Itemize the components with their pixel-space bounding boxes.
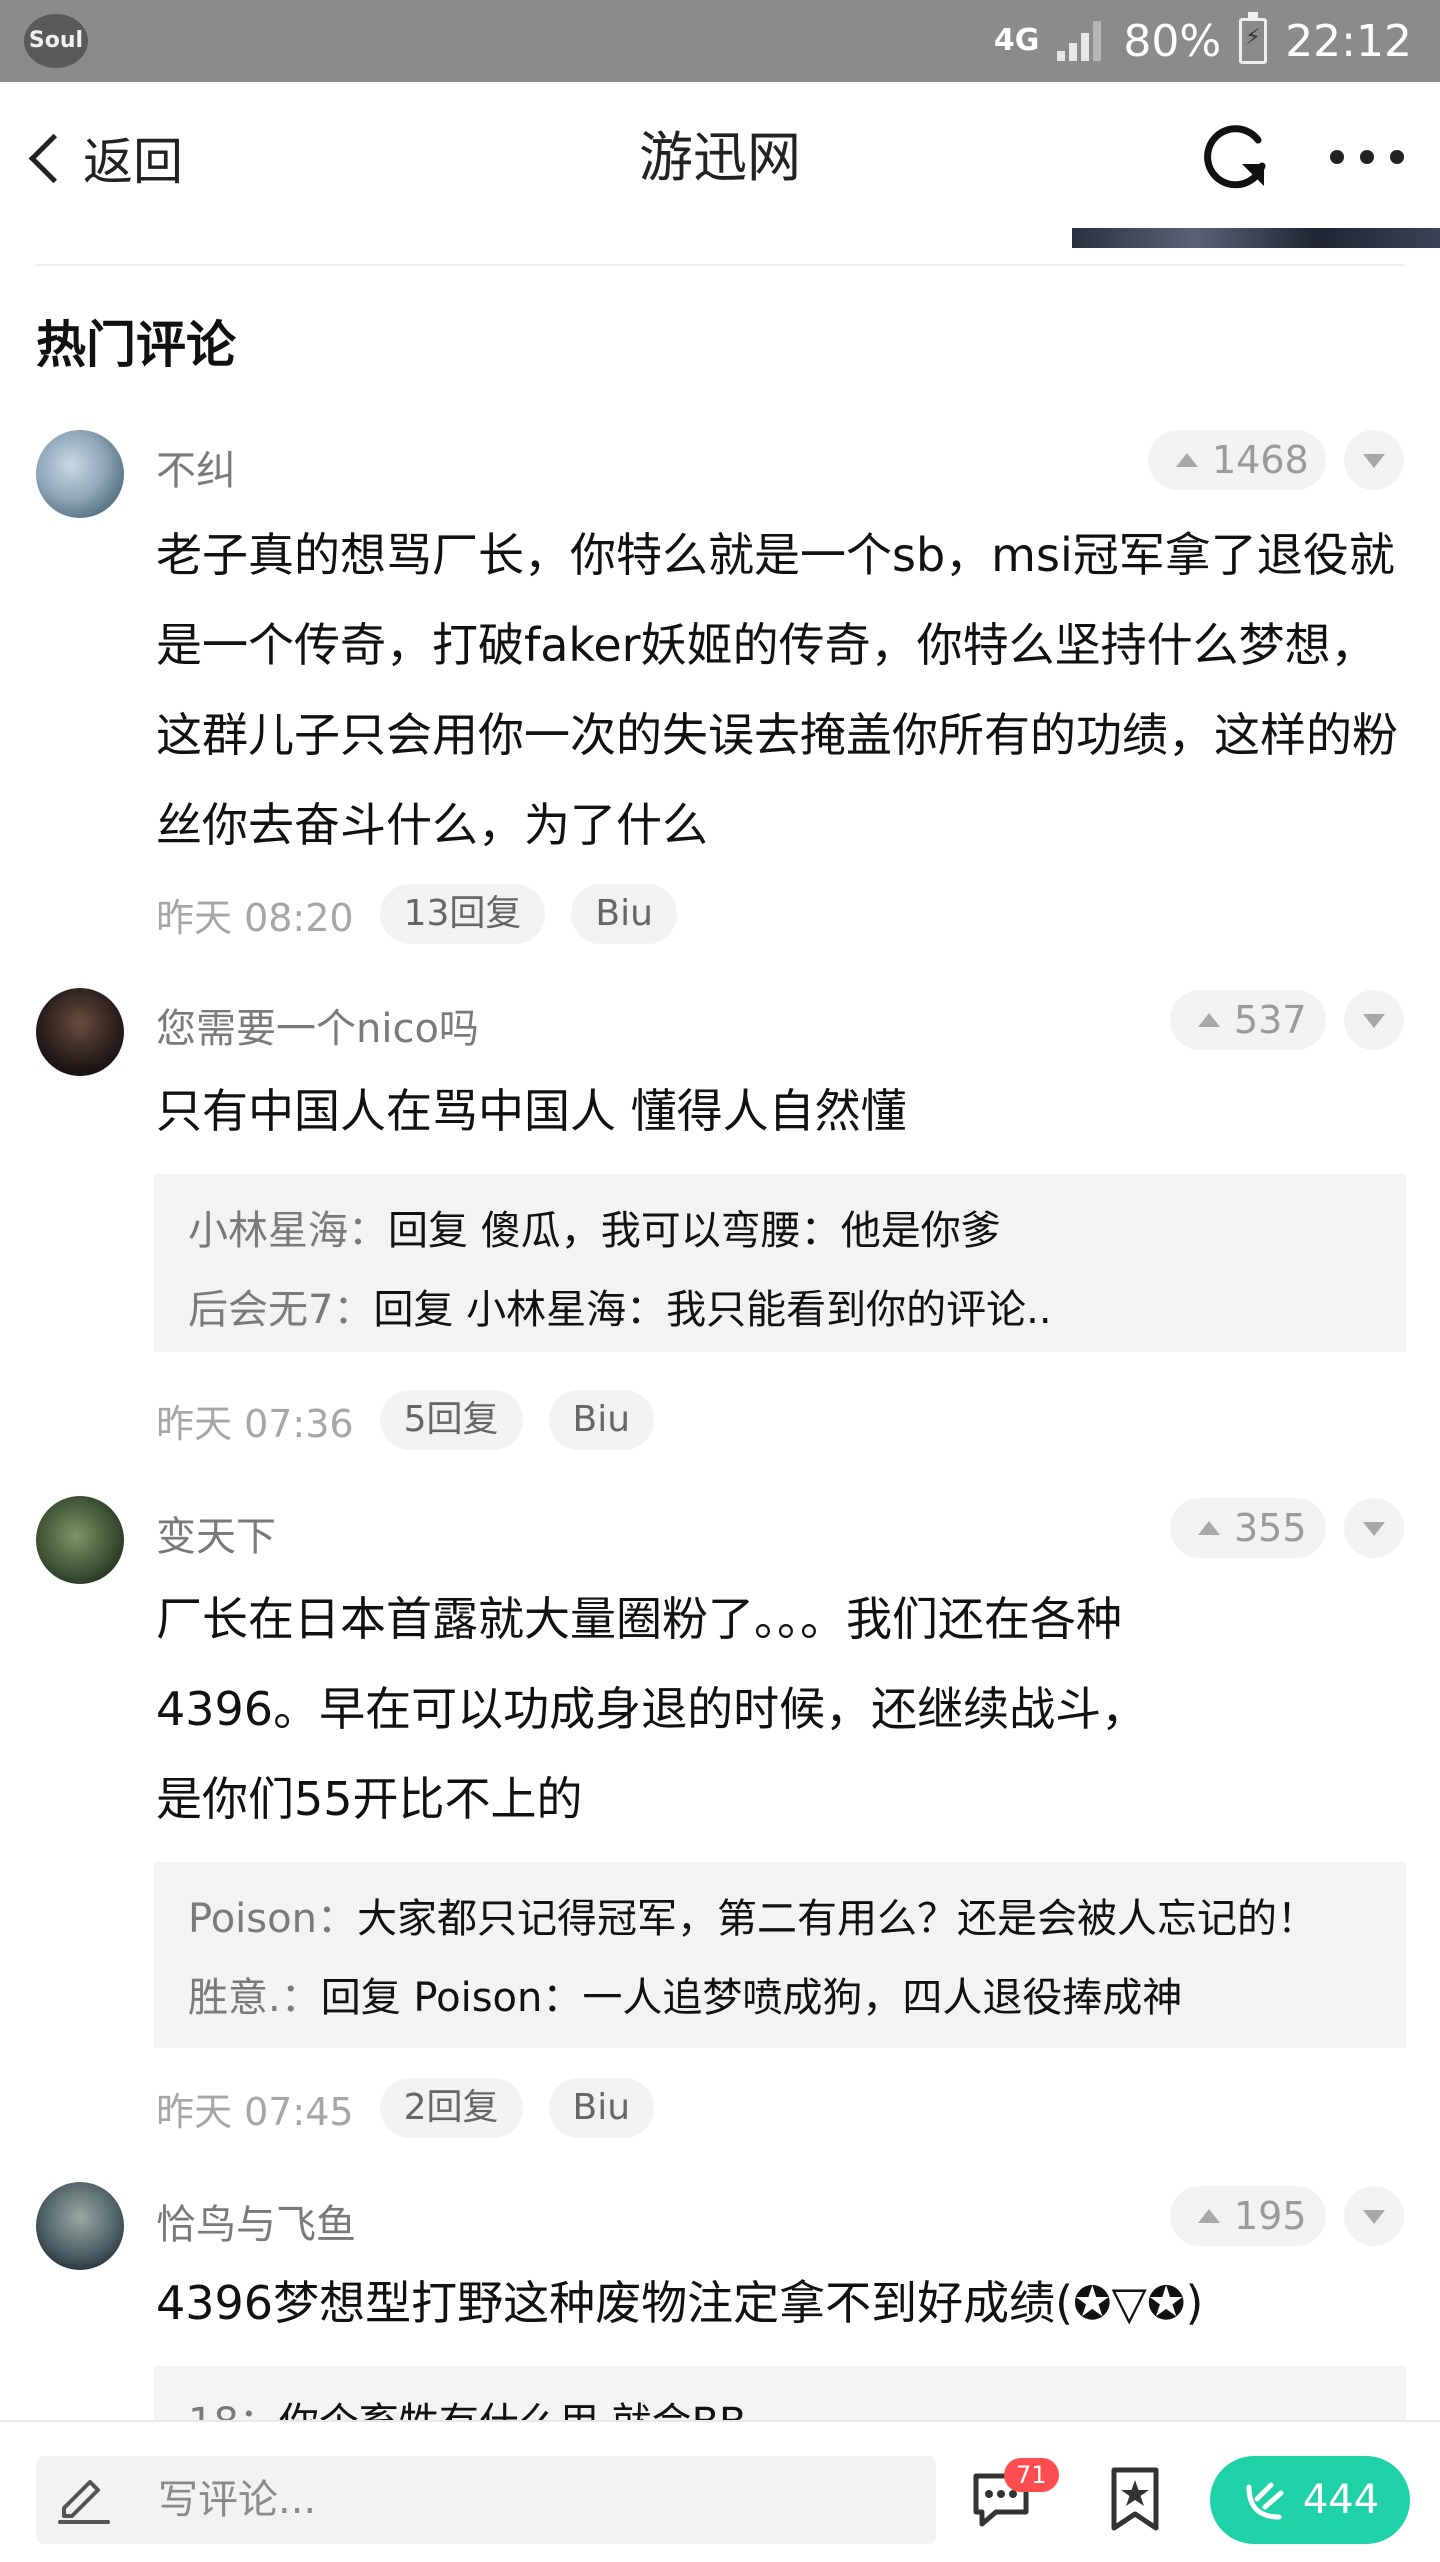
pen-icon [58, 2480, 110, 2524]
comment-meta: 昨天 08:20 13回复 Biu [156, 884, 677, 944]
nav-header: 返回 游迅网 [0, 82, 1440, 232]
comment-meta: 昨天 07:36 5回复 Biu [156, 1390, 655, 1450]
upvote-button[interactable]: 355 [1170, 1498, 1326, 1558]
biu-button[interactable]: 444 [1210, 2456, 1410, 2544]
comment-meta: 昨天 07:45 2回复 Biu [156, 2078, 655, 2138]
comment-username[interactable]: 您需要一个nico吗 [156, 996, 479, 1054]
reply-preview-box[interactable]: 小林星海：回复 傻瓜，我可以弯腰：他是你爹 后会无7：回复 小林星海：我只能看到… [154, 1174, 1406, 1352]
article-image-edge [1072, 228, 1440, 248]
reply-text: 大家都只记得冠军，第二有用么？还是会被人忘记的！ [356, 1896, 1317, 1942]
avatar[interactable] [36, 2182, 124, 2270]
comment-count-badge: 71 [1004, 2458, 1059, 2492]
downvote-button[interactable] [1344, 1498, 1404, 1558]
reply-author[interactable]: Poison： [188, 1896, 357, 1942]
upvote-icon [1176, 453, 1198, 467]
like-count: 355 [1234, 1506, 1307, 1550]
hot-comments-title: 热门评论 [36, 316, 236, 374]
comment-input[interactable]: 写评论... [36, 2456, 936, 2544]
comment-time: 昨天 07:36 [156, 1401, 354, 1446]
avatar[interactable] [36, 988, 124, 1076]
status-bar: Soul 4G 80% 22:12 [0, 0, 1440, 82]
comment-text-line: 厂长在日本首露就大量圈粉了。。。我们还在各种 [156, 1592, 1122, 1646]
reply-text: 回复 傻瓜，我可以弯腰：他是你爹 [388, 1208, 1001, 1254]
reply-text: 你个畜牲有什么用 就会BB [279, 2400, 747, 2420]
comment-username[interactable]: 变天下 [156, 1504, 276, 1562]
upvote-button[interactable]: 195 [1170, 2186, 1326, 2246]
comment-username[interactable]: 不纠 [156, 438, 236, 496]
reply-count-button[interactable]: 13回复 [379, 884, 546, 944]
reply-count-button[interactable]: 2回复 [379, 2078, 523, 2138]
like-count: 537 [1234, 998, 1307, 1042]
reply-line: 胜意.：回复 Poison：一人追梦喷成狗，四人退役捧成神 [188, 1959, 1372, 2038]
reply-text: 回复 小林星海：我只能看到你的评论.. [373, 1287, 1052, 1333]
comment-username[interactable]: 恰鸟与飞鱼 [156, 2192, 356, 2250]
upvote-icon [1198, 2209, 1220, 2223]
reply-line: 18：你个畜牲有什么用 就会BB [188, 2384, 1372, 2420]
comment-text-line: 4396。早在可以功成身退的时候，还继续战斗， [156, 1682, 1148, 1736]
reply-preview-box[interactable]: 18：你个畜牲有什么用 就会BB [154, 2366, 1406, 2420]
upvote-icon [1198, 1013, 1220, 1027]
like-count: 195 [1234, 2194, 1307, 2238]
biu-button-small[interactable]: Biu [548, 1390, 655, 1450]
bookmark-icon[interactable] [1108, 2466, 1162, 2532]
clock: 22:12 [1285, 15, 1412, 67]
comment-time: 昨天 07:45 [156, 2089, 354, 2134]
reply-line: Poison：大家都只记得冠军，第二有用么？还是会被人忘记的！ [188, 1880, 1372, 1959]
comment-text: 老子真的想骂厂长，你特么就是一个sb，msi冠军拿了退役就是一个传奇，打破fak… [156, 528, 1398, 852]
biu-button-small[interactable]: Biu [571, 884, 677, 944]
network-type-icon: 4G [993, 23, 1040, 58]
upvote-button[interactable]: 1468 [1148, 430, 1326, 490]
biu-button-small[interactable]: Biu [548, 2078, 655, 2138]
avatar[interactable] [36, 1496, 124, 1584]
reply-author[interactable]: 后会无7： [188, 1287, 373, 1333]
comment-text: 只有中国人在骂中国人 懂得人自然懂 [156, 1084, 907, 1138]
reply-count-button[interactable]: 5回复 [379, 1390, 523, 1450]
more-icon[interactable] [1330, 142, 1404, 172]
reply-author[interactable]: 18： [188, 2400, 279, 2420]
status-indicators: 4G 80% 22:12 [994, 10, 1412, 72]
battery-icon [1239, 12, 1268, 64]
comment-time: 昨天 08:20 [156, 895, 354, 940]
avatar[interactable] [36, 430, 124, 518]
comment-text-line: 是你们55开比不上的 [156, 1772, 583, 1826]
reply-text: 回复 Poison：一人追梦喷成狗，四人退役捧成神 [320, 1975, 1183, 2021]
downvote-button[interactable] [1344, 2186, 1404, 2246]
downvote-button[interactable] [1344, 990, 1404, 1050]
reply-author[interactable]: 小林星海： [188, 1208, 388, 1254]
refresh-icon[interactable] [1200, 120, 1276, 196]
comment-text: 厂长在日本首露就大量圈粉了。。。我们还在各种 4396。早在可以功成身退的时候，… [156, 1574, 1406, 1844]
comment-input-placeholder: 写评论... [158, 2477, 317, 2523]
comment-item: 恰鸟与飞鱼 195 4396梦想型打野这种废物注定拿不到好成绩(✪▽✪) 18：… [0, 2176, 1440, 2420]
downvote-button[interactable] [1344, 430, 1404, 490]
reply-author[interactable]: 胜意.： [188, 1975, 321, 2021]
soul-app-icon: Soul [24, 14, 88, 68]
like-count: 1468 [1212, 438, 1309, 482]
reply-preview-box[interactable]: Poison：大家都只记得冠军，第二有用么？还是会被人忘记的！ 胜意.：回复 P… [154, 1862, 1406, 2048]
reply-line: 后会无7：回复 小林星海：我只能看到你的评论.. [188, 1271, 1372, 1350]
biu-count: 444 [1302, 2477, 1380, 2523]
comment-text: 4396梦想型打野这种废物注定拿不到好成绩(✪▽✪) [156, 2276, 1204, 2330]
upvote-button[interactable]: 537 [1170, 990, 1326, 1050]
upvote-icon [1198, 1521, 1220, 1535]
battery-percent: 80% [1123, 15, 1222, 67]
divider [36, 264, 1404, 266]
bottom-action-bar: 写评论... 71 444 [0, 2420, 1440, 2562]
biu-icon [1246, 2482, 1284, 2520]
signal-icon [1057, 21, 1105, 61]
reply-line: 小林星海：回复 傻瓜，我可以弯腰：他是你爹 [188, 1192, 1372, 1271]
